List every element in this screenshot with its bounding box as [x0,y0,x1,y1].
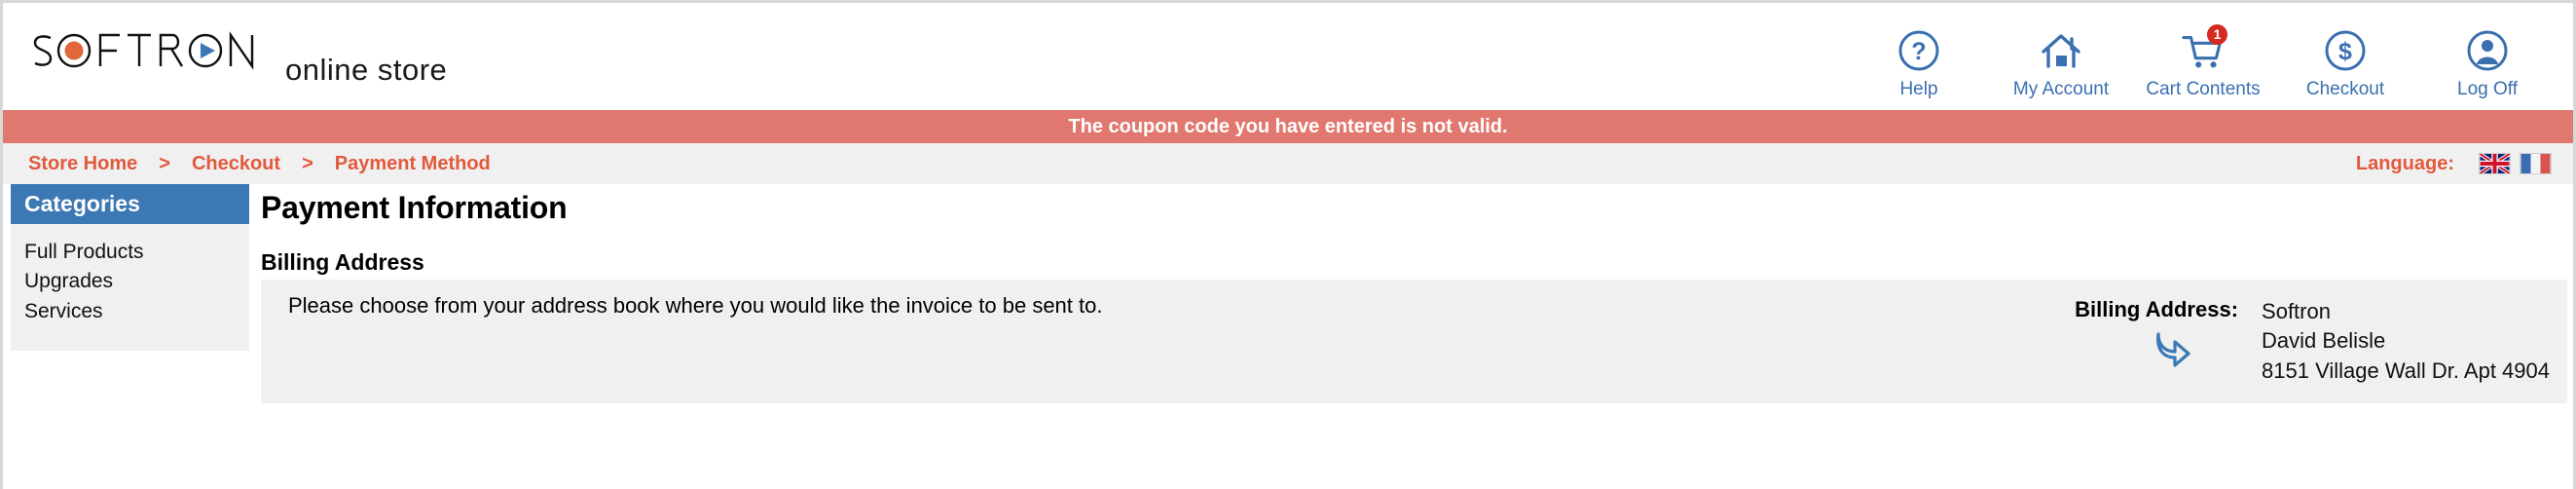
header-nav: ? Help My Account 1 Cart Contents $ Chec… [1862,24,2544,100]
billing-line-street: 8151 Village Wall Dr. Apt 4904 [2262,357,2550,383]
language-label: Language: [2355,152,2454,174]
billing-address-label: Billing Address: [2075,297,2239,321]
english-flag[interactable] [2479,153,2511,174]
brand-logo[interactable]: online store [30,25,447,88]
breadcrumb-separator: > [302,152,313,174]
nav-help-label: Help [1899,79,1938,99]
nav-my-account[interactable]: My Account [2005,28,2117,100]
categories-list: Full Products Upgrades Services [11,224,249,351]
breadcrumb-separator: > [159,152,170,174]
alert-message: The coupon code you have entered is not … [1068,115,1508,137]
breadcrumb: Store Home > Checkout > Payment Method [28,153,491,175]
billing-address-value: Softron David Belisle 8151 Village Wall … [2262,297,2550,386]
billing-line-name: David Belisle [2262,328,2386,354]
sidebar-item-full-products[interactable]: Full Products [24,238,249,267]
softron-logo-svg [33,31,254,70]
nav-help[interactable]: ? Help [1862,28,1975,100]
masthead: online store ? Help My Account 1 Cart Co… [3,3,2573,110]
store-page: online store ? Help My Account 1 Cart Co… [0,0,2576,489]
billing-instruction: Please choose from your address book whe… [288,293,1103,318]
nav-my-account-label: My Account [2012,79,2110,99]
coupon-error-alert: The coupon code you have entered is not … [3,110,2573,143]
dollar-sign-circle-icon: $ [2323,28,2368,73]
billing-address-block: Billing Address: Softron David Belisle 8… [2043,291,2550,386]
french-flag[interactable] [2520,153,2552,174]
breadcrumb-payment-method[interactable]: Payment Method [335,153,491,175]
brand-tagline: online store [285,53,448,87]
sidebar-item-services[interactable]: Services [24,297,249,326]
nav-log-off-label: Log Off [2457,79,2518,99]
categories-sidebar: Categories Full Products Upgrades Servic… [11,184,249,351]
svg-text:?: ? [1911,38,1926,65]
nav-log-off[interactable]: Log Off [2431,28,2544,100]
sidebar-item-upgrades[interactable]: Upgrades [24,267,249,296]
mouse-cursor-arrow-icon [2156,332,2190,367]
breadcrumb-checkout[interactable]: Checkout [192,153,280,175]
billing-address-panel: Please choose from your address book whe… [261,280,2567,404]
nav-cart-contents[interactable]: 1 Cart Contents [2146,24,2261,100]
breadcrumb-bar: Store Home > Checkout > Payment Method L… [3,143,2573,184]
billing-address-section-title: Billing Address [261,249,424,275]
softron-wordmark [30,25,256,80]
user-avatar-circle-icon [2465,28,2510,73]
nav-checkout-label: Checkout [2305,79,2385,99]
breadcrumb-store-home[interactable]: Store Home [28,153,137,175]
shopping-cart-icon: 1 [2181,24,2227,73]
nav-cart-contents-label: Cart Contents [2146,79,2261,99]
main-content: Payment Information Billing Address Plea… [249,184,2573,404]
cart-count-badge: 1 [2207,24,2227,45]
logo-orange-dot [64,41,84,60]
categories-header: Categories [11,184,249,224]
question-mark-circle-icon: ? [1896,28,1941,73]
page-title: Payment Information [261,190,568,225]
house-icon [2039,28,2083,73]
logo-play-triangle [201,43,215,58]
nav-checkout[interactable]: $ Checkout [2289,28,2402,100]
billing-line-company: Softron [2262,299,2331,323]
svg-text:$: $ [2338,38,2352,65]
content-area: Categories Full Products Upgrades Servic… [3,184,2573,404]
language-selector: Language: [2356,153,2552,175]
